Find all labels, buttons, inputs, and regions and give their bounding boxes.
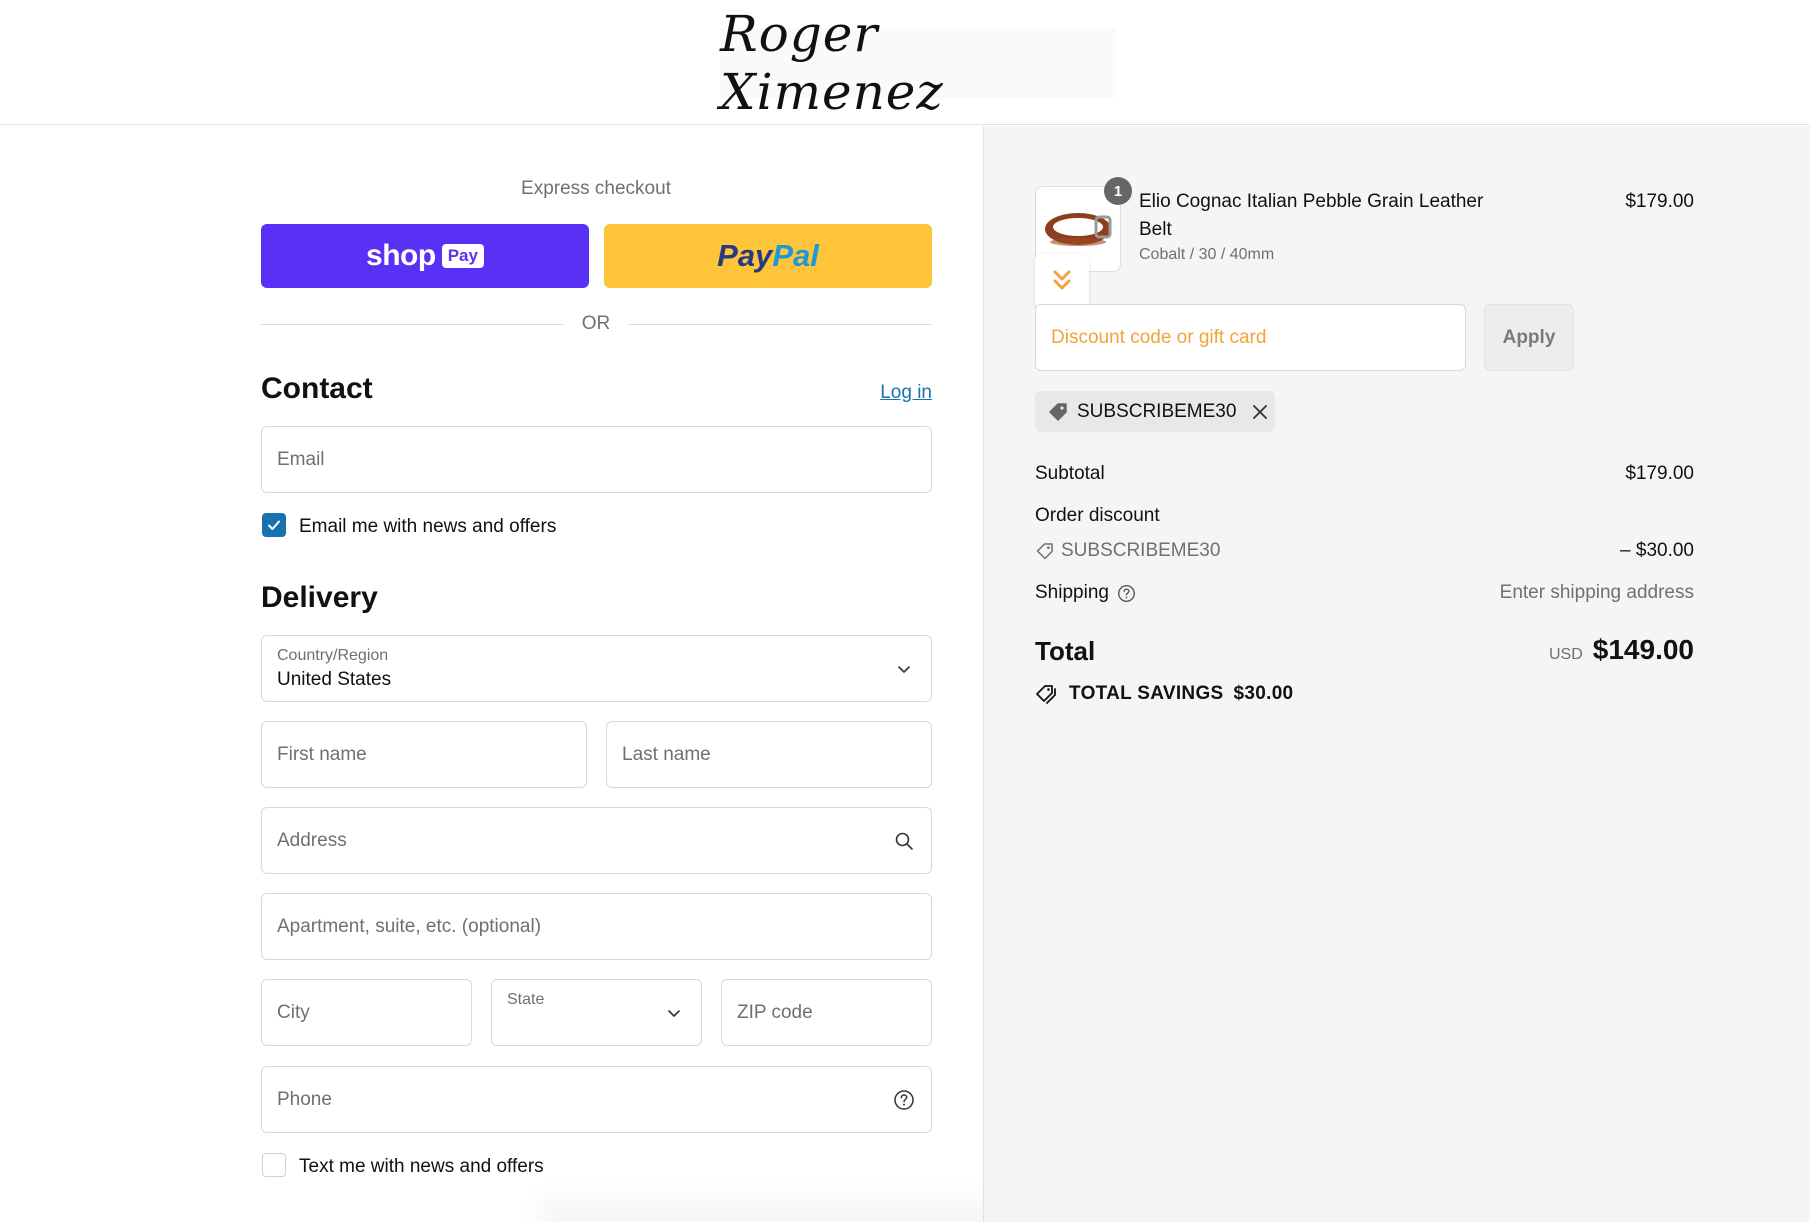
order-discount-code-row: SUBSCRIBEME30	[1035, 540, 1220, 562]
sms-news-label: Text me with news and offers	[299, 1156, 544, 1177]
subtotal-label: Subtotal	[1035, 463, 1105, 484]
applied-discount-chip: SUBSCRIBEME30	[1035, 391, 1275, 432]
tag-outline-icon	[1036, 543, 1053, 560]
shop-pay-button[interactable]: shop Pay	[261, 224, 589, 288]
product-price: $179.00	[1625, 191, 1694, 212]
total-amount: USD $149.00	[1394, 634, 1694, 666]
total-savings-label: TOTAL SAVINGS	[1069, 683, 1224, 704]
or-divider-right	[628, 324, 931, 325]
address-placeholder: Address	[277, 829, 347, 851]
first-name-field[interactable]: First name	[261, 721, 587, 788]
email-news-label: Email me with news and offers	[299, 516, 557, 537]
email-news-checkbox[interactable]	[262, 513, 286, 537]
applied-discount-code: SUBSCRIBEME30	[1077, 400, 1237, 422]
apartment-field[interactable]: Apartment, suite, etc. (optional)	[261, 893, 932, 960]
paypal-button[interactable]: PayPal	[604, 224, 932, 288]
apartment-placeholder: Apartment, suite, etc. (optional)	[277, 915, 542, 937]
product-name: Elio Cognac Italian Pebble Grain Leather…	[1139, 191, 1484, 240]
remove-discount-close-icon[interactable]	[1250, 402, 1270, 422]
email-field[interactable]: Email	[261, 426, 932, 493]
tag-icon	[1049, 402, 1067, 421]
quantity-badge: 1	[1104, 177, 1132, 205]
country-region-value: United States	[277, 669, 392, 690]
discount-code-placeholder: Discount code or gift card	[1051, 326, 1267, 348]
double-chevron-down-icon	[1053, 270, 1071, 290]
first-name-placeholder: First name	[277, 743, 367, 765]
zip-code-placeholder: ZIP code	[737, 1001, 813, 1023]
country-region-select[interactable]: Country/Region United States	[261, 635, 932, 702]
total-value: $149.00	[1592, 634, 1694, 665]
total-currency: USD	[1549, 646, 1583, 663]
phone-placeholder: Phone	[277, 1088, 332, 1110]
paypal-wordmark: PayPal	[717, 238, 819, 273]
shipping-label: Shipping	[1035, 582, 1109, 603]
total-savings-value: $30.00	[1233, 683, 1294, 704]
subtotal-value: $179.00	[1625, 463, 1694, 484]
or-divider-text: OR	[581, 313, 611, 334]
chevron-down-icon	[663, 1002, 685, 1024]
state-select[interactable]: State	[491, 979, 702, 1046]
zip-code-field[interactable]: ZIP code	[721, 979, 932, 1046]
site-header: Roger Ximenez	[0, 0, 1810, 125]
order-discount-code: SUBSCRIBEME30	[1061, 540, 1221, 561]
help-circle-icon[interactable]	[893, 1089, 915, 1111]
shipping-row: Shipping	[1035, 582, 1136, 604]
tags-icon	[1036, 685, 1056, 704]
store-logo[interactable]: Roger Ximenez	[720, 5, 1116, 121]
checkout-form-panel: Express checkout shop Pay PayPal OR Cont…	[0, 126, 1380, 1222]
apply-discount-button[interactable]: Apply	[1484, 304, 1574, 371]
order-discount-label: Order discount	[1035, 505, 1160, 526]
check-icon	[268, 520, 280, 530]
total-savings-row: TOTAL SAVINGS $30.00	[1035, 683, 1293, 705]
address-field[interactable]: Address	[261, 807, 932, 874]
sms-news-checkbox[interactable]	[262, 1153, 286, 1177]
shop-pay-badge: Pay	[441, 244, 484, 268]
city-field[interactable]: City	[261, 979, 472, 1046]
order-summary-panel: 1 Elio Cognac Italian Pebble Grain Leath…	[983, 126, 1810, 1222]
search-icon[interactable]	[893, 830, 915, 852]
shop-pay-wordmark: shop	[366, 239, 436, 272]
total-label: Total	[1035, 636, 1096, 666]
delivery-heading: Delivery	[261, 581, 378, 614]
state-label: State	[507, 991, 545, 1008]
email-placeholder: Email	[277, 448, 325, 470]
last-name-placeholder: Last name	[622, 743, 711, 765]
phone-field[interactable]: Phone	[261, 1066, 932, 1133]
product-variant: Cobalt / 30 / 40mm	[1139, 246, 1275, 263]
city-placeholder: City	[277, 1001, 310, 1023]
help-circle-icon[interactable]	[1117, 584, 1136, 603]
last-name-field[interactable]: Last name	[606, 721, 932, 788]
store-logo-text: Roger Ximenez	[720, 5, 944, 121]
chevron-down-icon	[893, 658, 915, 680]
or-divider-left	[261, 324, 564, 325]
country-region-label: Country/Region	[277, 647, 389, 664]
discount-code-field[interactable]: Discount code or gift card	[1035, 304, 1466, 371]
log-in-link[interactable]: Log in	[860, 382, 932, 404]
order-discount-value: – $30.00	[1620, 540, 1694, 561]
shipping-value: Enter shipping address	[1499, 582, 1694, 603]
scroll-down-button[interactable]	[1035, 254, 1089, 308]
express-checkout-label: Express checkout	[521, 178, 671, 199]
contact-heading: Contact	[261, 372, 373, 405]
